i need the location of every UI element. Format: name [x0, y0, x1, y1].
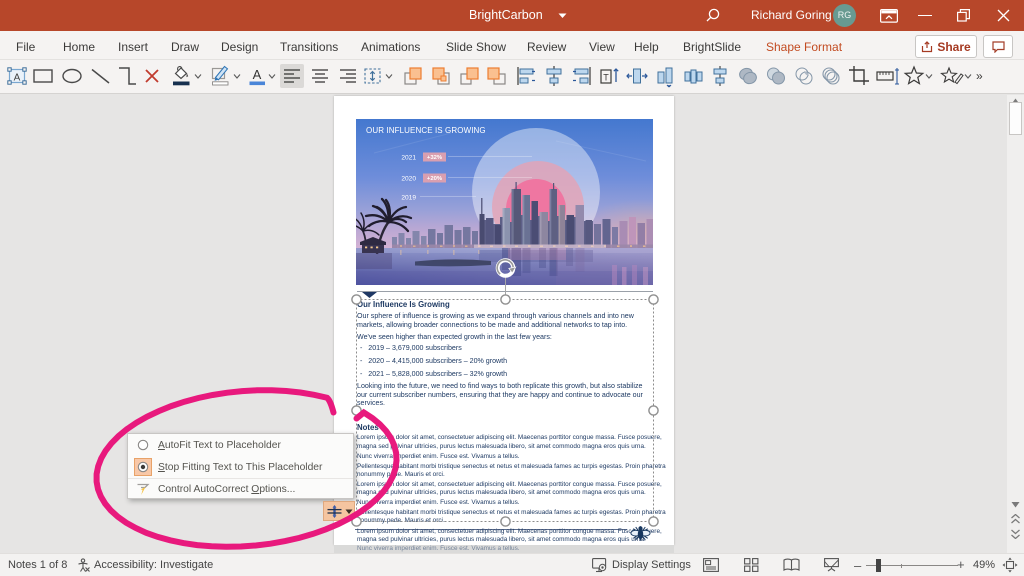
svg-text:OUR INFLUENCE IS GROWING: OUR INFLUENCE IS GROWING: [366, 126, 486, 135]
svg-text:T: T: [603, 73, 609, 83]
svg-text:+32%: +32%: [427, 155, 443, 161]
svg-text:2021: 2021: [401, 155, 416, 162]
svg-text:2019: 2019: [401, 195, 416, 202]
svg-text:A: A: [14, 73, 21, 84]
svg-text:A: A: [253, 67, 262, 82]
svg-text:2020: 2020: [401, 176, 416, 183]
svg-text:+20%: +20%: [427, 176, 443, 182]
